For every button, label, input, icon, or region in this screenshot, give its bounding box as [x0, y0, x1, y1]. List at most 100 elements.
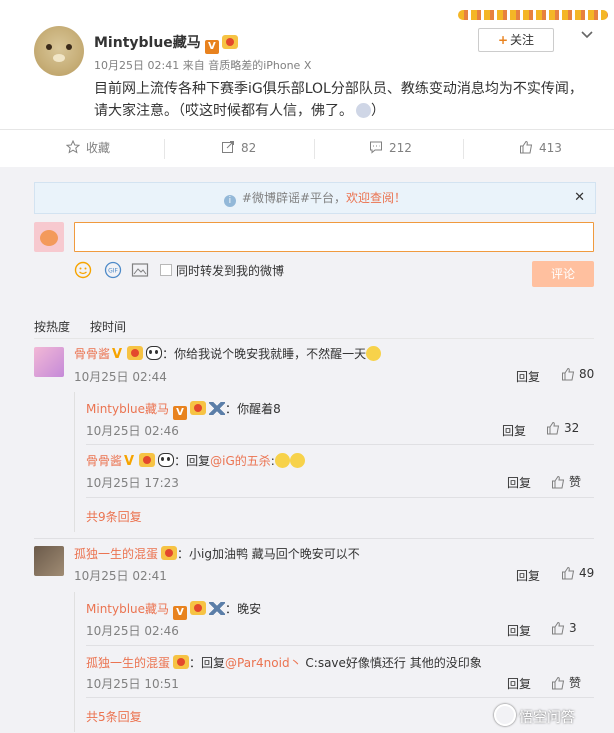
comment-username[interactable]: 孤独一生的混蛋	[74, 547, 158, 561]
reply-username[interactable]: Mintyblue藏马	[86, 402, 169, 416]
reply-username[interactable]: 骨骨酱	[86, 454, 122, 468]
divider	[463, 139, 464, 159]
notice-text: #微博辟谣#平台，	[241, 191, 347, 205]
reply-text: 你醒着8	[237, 402, 281, 416]
reply-time: 10月25日 02:46	[86, 424, 179, 438]
divider	[86, 645, 594, 646]
comment-like-button[interactable]: 49	[561, 566, 594, 580]
comment-time: 10月25日 02:41	[74, 569, 167, 583]
reply-like-button[interactable]: 赞	[551, 674, 581, 691]
weibo-post-card: Mintyblue藏马 V + 关注 10月25日 02:41 来自 音质略差的iP…	[0, 0, 614, 733]
reply-time: 10月25日 17:23	[86, 476, 179, 490]
favorite-button[interactable]: 收藏	[66, 130, 110, 167]
post-source: 来自 音质略差的iPhone X	[182, 59, 312, 72]
member-level-icon	[139, 453, 156, 467]
reply-like-button[interactable]: 赞	[551, 473, 581, 490]
mention-link[interactable]: @iG的五杀	[210, 454, 271, 468]
author-avatar[interactable]	[34, 26, 84, 76]
divider	[34, 338, 594, 339]
submit-comment-button[interactable]: 评论	[532, 261, 594, 287]
thumbs-up-icon	[562, 566, 575, 580]
notice-link[interactable]: 欢迎查阅！	[346, 191, 406, 205]
image-icon[interactable]	[131, 261, 149, 279]
comment-text: 小ig加油鸭 藏马回个晚安可以不	[189, 547, 360, 561]
sort-time-tab[interactable]: 按时间	[90, 318, 126, 335]
reply-like-count: 赞	[569, 676, 582, 690]
close-icon[interactable]: ✕	[574, 183, 585, 213]
reply-button[interactable]: 回复	[507, 675, 531, 692]
reply-username[interactable]: 孤独一生的混蛋	[86, 656, 170, 670]
repost-checkbox-label: 同时转发到我的微博	[176, 264, 285, 278]
reply-button[interactable]: 回复	[502, 422, 526, 439]
post-author[interactable]: Mintyblue藏马 V	[94, 32, 238, 54]
reply-like-count: 3	[569, 621, 577, 635]
reply-button[interactable]: 回复	[507, 474, 531, 491]
divider	[314, 139, 315, 159]
emoji-icon	[366, 346, 382, 361]
comment-body: 骨骨酱 V ：你给我说个晚安我就睡，不然醒一天	[74, 345, 382, 362]
reply-like-count: 赞	[569, 475, 582, 489]
thumbs-up-icon	[562, 367, 575, 381]
repost-count: 82	[241, 141, 257, 155]
info-icon: i	[223, 195, 236, 207]
post-author-name[interactable]: Mintyblue藏马	[94, 35, 201, 51]
post-time[interactable]: 10月25日 02:41	[94, 59, 179, 72]
comment-button[interactable]: 212	[369, 130, 412, 167]
reply-button[interactable]: 回复	[516, 368, 540, 385]
comment-like-count: 80	[579, 367, 595, 381]
more-replies-link[interactable]: 共9条回复	[86, 508, 142, 525]
reply-body: Mintyblue藏马 V ：晚安	[86, 601, 262, 620]
verified-v-icon: V	[173, 406, 188, 420]
comment-like-count: 49	[579, 566, 595, 580]
comment-avatar[interactable]	[34, 347, 64, 377]
member-level-icon	[161, 546, 178, 560]
member-level-icon	[190, 401, 207, 415]
sort-hot-tab[interactable]: 按热度	[34, 318, 70, 335]
comment-username[interactable]: 骨骨酱	[74, 347, 110, 361]
comment-like-button[interactable]: 80	[561, 367, 594, 381]
reply-username[interactable]: Mintyblue藏马	[86, 602, 169, 616]
repost-icon	[222, 141, 234, 153]
rumor-notice: i #微博辟谣#平台，欢迎查阅！ ✕	[34, 182, 596, 214]
reply-time: 10月25日 02:46	[86, 624, 179, 638]
reply-like-button[interactable]: 3	[551, 621, 577, 635]
reply-like-button[interactable]: 32	[546, 421, 579, 435]
thumbs-up-icon	[552, 676, 565, 690]
member-level-icon	[173, 655, 190, 669]
emoji-picker-icon[interactable]	[74, 261, 92, 279]
repost-button[interactable]: 82	[221, 130, 256, 167]
panda-icon	[158, 453, 175, 467]
mention-link[interactable]: @Par4noid丶	[225, 656, 302, 670]
divider	[86, 444, 594, 445]
checkbox[interactable]	[160, 264, 172, 276]
reply-like-count: 32	[564, 421, 580, 435]
like-button[interactable]: 413	[519, 130, 562, 167]
watermark-text: 悟空问答	[519, 710, 575, 726]
reply-text: C:save好像慎还行 其他的没印象	[301, 656, 482, 670]
star-icon	[66, 140, 80, 154]
gif-icon[interactable]: GIF	[104, 261, 122, 279]
wukong-logo-icon	[494, 704, 516, 726]
reply-body: 孤独一生的混蛋 ：回复@Par4noid丶 C:save好像慎还行 其他的没印象	[86, 655, 482, 670]
like-count: 413	[539, 141, 562, 155]
svg-text:GIF: GIF	[108, 268, 118, 275]
divider	[86, 697, 594, 698]
reply-button[interactable]: 回复	[516, 567, 540, 584]
member-level-icon	[127, 346, 144, 360]
follow-label: 关注	[510, 33, 535, 47]
chevron-down-icon[interactable]	[580, 28, 594, 42]
comment-avatar[interactable]	[34, 546, 64, 576]
post-text: 目前网上流传各种下赛季iG俱乐部LOL分部队员、教练变动消息均为不实传闻，请大家…	[94, 81, 583, 119]
repost-checkbox[interactable]: 同时转发到我的微博	[160, 262, 284, 279]
reply-prefix: 回复	[186, 454, 211, 468]
watermark: 悟空问答	[494, 704, 575, 727]
comment-count: 212	[389, 141, 412, 155]
more-replies-link[interactable]: 共5条回复	[86, 708, 142, 725]
comment-text: 你给我说个晚安我就睡，不然醒一天	[174, 347, 367, 361]
my-avatar[interactable]	[34, 222, 64, 252]
comment-icon	[370, 141, 382, 154]
reply-button[interactable]: 回复	[507, 622, 531, 639]
follow-button[interactable]: + 关注	[478, 28, 554, 52]
reply-prefix: 回复	[201, 656, 226, 670]
comment-input[interactable]	[74, 222, 594, 252]
